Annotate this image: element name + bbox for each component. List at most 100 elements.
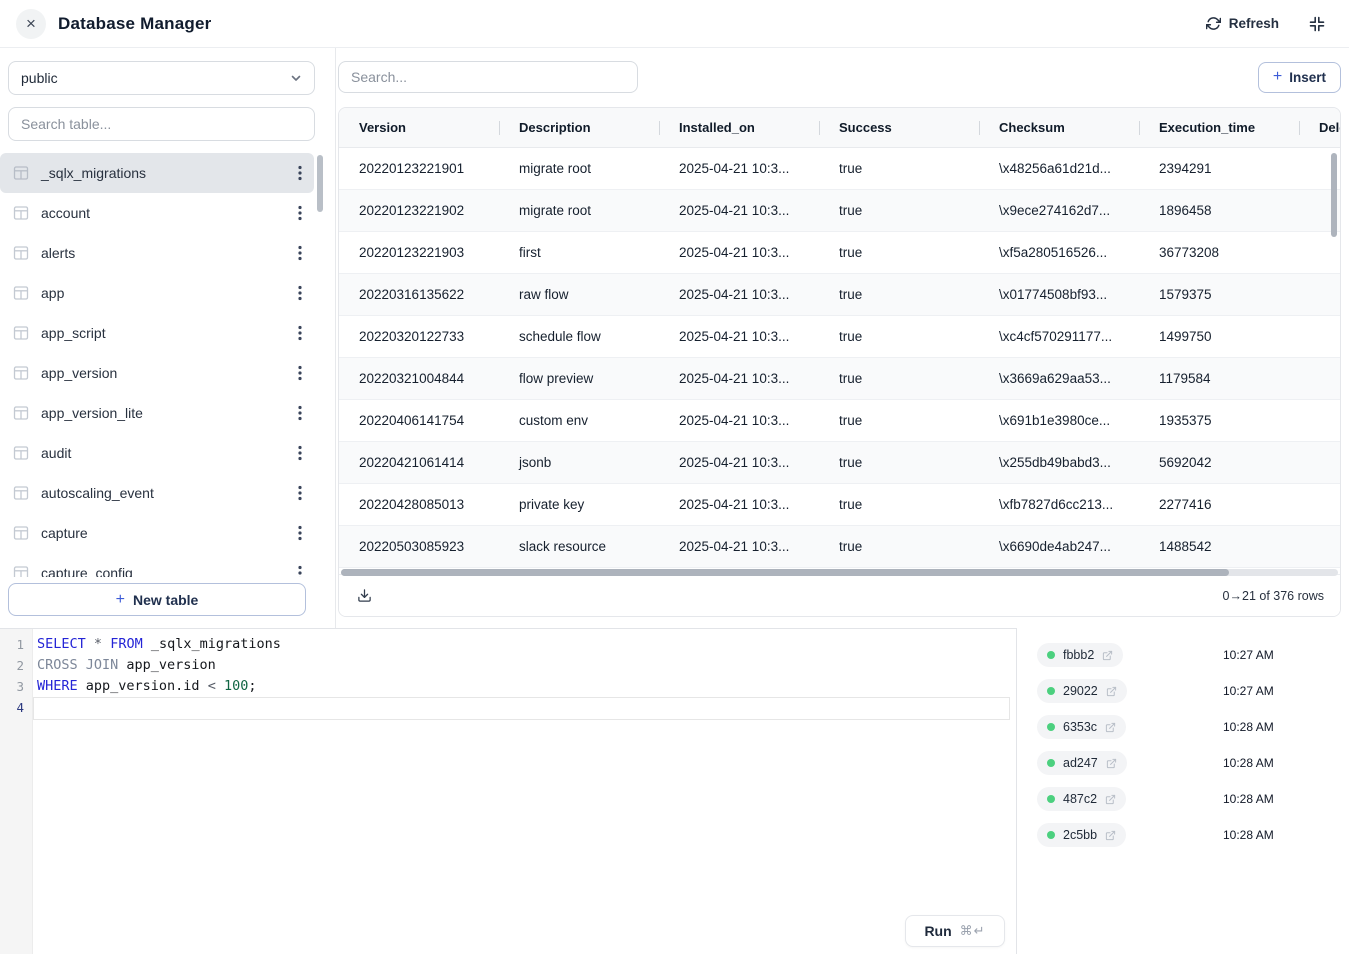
history-item: 2902210:27 AM bbox=[1017, 673, 1349, 709]
close-button[interactable]: × bbox=[16, 9, 46, 39]
grid-vertical-scrollbar[interactable] bbox=[1331, 153, 1337, 237]
sql-editor[interactable]: 1234 SELECT * FROM _sqlx_migrationsCROSS… bbox=[0, 628, 1016, 954]
table-options-button[interactable] bbox=[292, 361, 308, 385]
history-timestamp: 10:28 AM bbox=[1223, 828, 1274, 842]
table-cell bbox=[1299, 442, 1340, 483]
editor-code[interactable]: SELECT * FROM _sqlx_migrationsCROSS JOIN… bbox=[33, 629, 1016, 954]
kebab-menu-icon bbox=[298, 365, 302, 381]
table-row[interactable]: 20220123221903first2025-04-21 10:3...tru… bbox=[339, 232, 1340, 274]
open-run-button[interactable] bbox=[1105, 830, 1116, 841]
sidebar-item-label: app_version bbox=[41, 365, 117, 381]
history-run-id: fbbb2 bbox=[1063, 648, 1094, 662]
kebab-menu-icon bbox=[298, 405, 302, 421]
table-row[interactable]: 20220316135622raw flow2025-04-21 10:3...… bbox=[339, 274, 1340, 316]
column-header-execution_time[interactable]: Execution_time bbox=[1139, 108, 1299, 147]
grid-horizontal-scrollbar-thumb[interactable] bbox=[341, 569, 1229, 576]
table-row[interactable]: 20220421061414jsonb2025-04-21 10:3...tru… bbox=[339, 442, 1340, 484]
sidebar-item-capture[interactable]: capture bbox=[0, 513, 314, 553]
table-options-button[interactable] bbox=[292, 281, 308, 305]
open-run-button[interactable] bbox=[1106, 758, 1117, 769]
grid-body: 20220123221901migrate root2025-04-21 10:… bbox=[339, 148, 1340, 568]
column-header-version[interactable]: Version bbox=[339, 108, 499, 147]
plus-icon: + bbox=[116, 592, 125, 608]
history-run-pill[interactable]: fbbb2 bbox=[1037, 643, 1123, 667]
data-grid-card: VersionDescriptionInstalled_onSuccessChe… bbox=[338, 107, 1341, 617]
external-link-icon bbox=[1105, 794, 1116, 805]
sidebar-item-label: alerts bbox=[41, 245, 75, 261]
download-button[interactable] bbox=[357, 588, 372, 603]
history-run-pill[interactable]: 487c2 bbox=[1037, 787, 1126, 811]
table-row[interactable]: 20220123221902migrate root2025-04-21 10:… bbox=[339, 190, 1340, 232]
sidebar-item-app_script[interactable]: app_script bbox=[0, 313, 314, 353]
open-run-button[interactable] bbox=[1106, 686, 1117, 697]
table-options-button[interactable] bbox=[292, 401, 308, 425]
table-cell: 1179584 bbox=[1139, 358, 1299, 399]
kebab-menu-icon bbox=[298, 525, 302, 541]
sidebar-item-alerts[interactable]: alerts bbox=[0, 233, 314, 273]
search-input[interactable] bbox=[338, 61, 638, 93]
table-options-button[interactable] bbox=[292, 161, 308, 185]
table-cell: schedule flow bbox=[499, 316, 659, 357]
sidebar-item-app[interactable]: app bbox=[0, 273, 314, 313]
run-button[interactable]: Run ⌘↵ bbox=[905, 915, 1005, 947]
code-token: * bbox=[94, 636, 102, 652]
history-run-pill[interactable]: ad247 bbox=[1037, 751, 1127, 775]
history-run-pill[interactable]: 29022 bbox=[1037, 679, 1127, 703]
table-row[interactable]: 20220406141754custom env2025-04-21 10:3.… bbox=[339, 400, 1340, 442]
table-options-button[interactable] bbox=[292, 481, 308, 505]
table-options-button[interactable] bbox=[292, 201, 308, 225]
external-link-icon bbox=[1105, 830, 1116, 841]
kebab-menu-icon bbox=[298, 325, 302, 341]
sidebar-item-app_version_lite[interactable]: app_version_lite bbox=[0, 393, 314, 433]
history-run-pill[interactable]: 6353c bbox=[1037, 715, 1126, 739]
table-options-button[interactable] bbox=[292, 321, 308, 345]
open-run-button[interactable] bbox=[1105, 794, 1116, 805]
schema-select[interactable]: public bbox=[8, 61, 315, 95]
column-header-description[interactable]: Description bbox=[499, 108, 659, 147]
history-run-pill[interactable]: 2c5bb bbox=[1037, 823, 1126, 847]
collapse-button[interactable] bbox=[1309, 16, 1325, 32]
sidebar-item-label: audit bbox=[41, 445, 71, 461]
new-table-button[interactable]: + New table bbox=[8, 583, 306, 616]
open-run-button[interactable] bbox=[1102, 650, 1113, 661]
table-icon bbox=[13, 405, 29, 421]
table-row[interactable]: 20220320122733schedule flow2025-04-21 10… bbox=[339, 316, 1340, 358]
refresh-button[interactable]: Refresh bbox=[1206, 16, 1279, 31]
column-header-dele[interactable]: Dele bbox=[1299, 108, 1340, 147]
sidebar-item-app_version[interactable]: app_version bbox=[0, 353, 314, 393]
close-icon: × bbox=[26, 14, 36, 34]
table-options-button[interactable] bbox=[292, 521, 308, 545]
code-token bbox=[102, 636, 110, 652]
table-row[interactable]: 20220321004844flow preview2025-04-21 10:… bbox=[339, 358, 1340, 400]
sidebar-item-account[interactable]: account bbox=[0, 193, 314, 233]
success-status-dot bbox=[1047, 687, 1055, 695]
history-item: fbbb210:27 AM bbox=[1017, 637, 1349, 673]
table-options-button[interactable] bbox=[292, 441, 308, 465]
grid-horizontal-scrollbar-track[interactable] bbox=[341, 569, 1338, 576]
table-options-button[interactable] bbox=[292, 241, 308, 265]
table-icon bbox=[13, 445, 29, 461]
open-run-button[interactable] bbox=[1105, 722, 1116, 733]
table-icon bbox=[13, 325, 29, 341]
sidebar-item-audit[interactable]: audit bbox=[0, 433, 314, 473]
column-header-checksum[interactable]: Checksum bbox=[979, 108, 1139, 147]
table-cell: 1935375 bbox=[1139, 400, 1299, 441]
column-header-success[interactable]: Success bbox=[819, 108, 979, 147]
history-item: ad24710:28 AM bbox=[1017, 745, 1349, 781]
table-icon bbox=[13, 165, 29, 181]
history-run-id: 2c5bb bbox=[1063, 828, 1097, 842]
insert-button[interactable]: + Insert bbox=[1258, 62, 1341, 93]
sidebar-scrollbar[interactable] bbox=[317, 155, 323, 212]
column-header-installed_on[interactable]: Installed_on bbox=[659, 108, 819, 147]
table-row[interactable]: 20220503085923slack resource2025-04-21 1… bbox=[339, 526, 1340, 568]
sidebar-item-_sqlx_migrations[interactable]: _sqlx_migrations bbox=[0, 153, 314, 193]
run-shortcut-hint: ⌘↵ bbox=[960, 923, 986, 939]
table-row[interactable]: 20220428085013private key2025-04-21 10:3… bbox=[339, 484, 1340, 526]
new-table-container: + New table bbox=[0, 577, 314, 628]
table-search-input[interactable] bbox=[8, 107, 315, 141]
table-row[interactable]: 20220123221901migrate root2025-04-21 10:… bbox=[339, 148, 1340, 190]
table-icon bbox=[13, 285, 29, 301]
table-cell: 20220123221902 bbox=[339, 190, 499, 231]
sidebar-item-autoscaling_event[interactable]: autoscaling_event bbox=[0, 473, 314, 513]
table-cell: 2025-04-21 10:3... bbox=[659, 484, 819, 525]
